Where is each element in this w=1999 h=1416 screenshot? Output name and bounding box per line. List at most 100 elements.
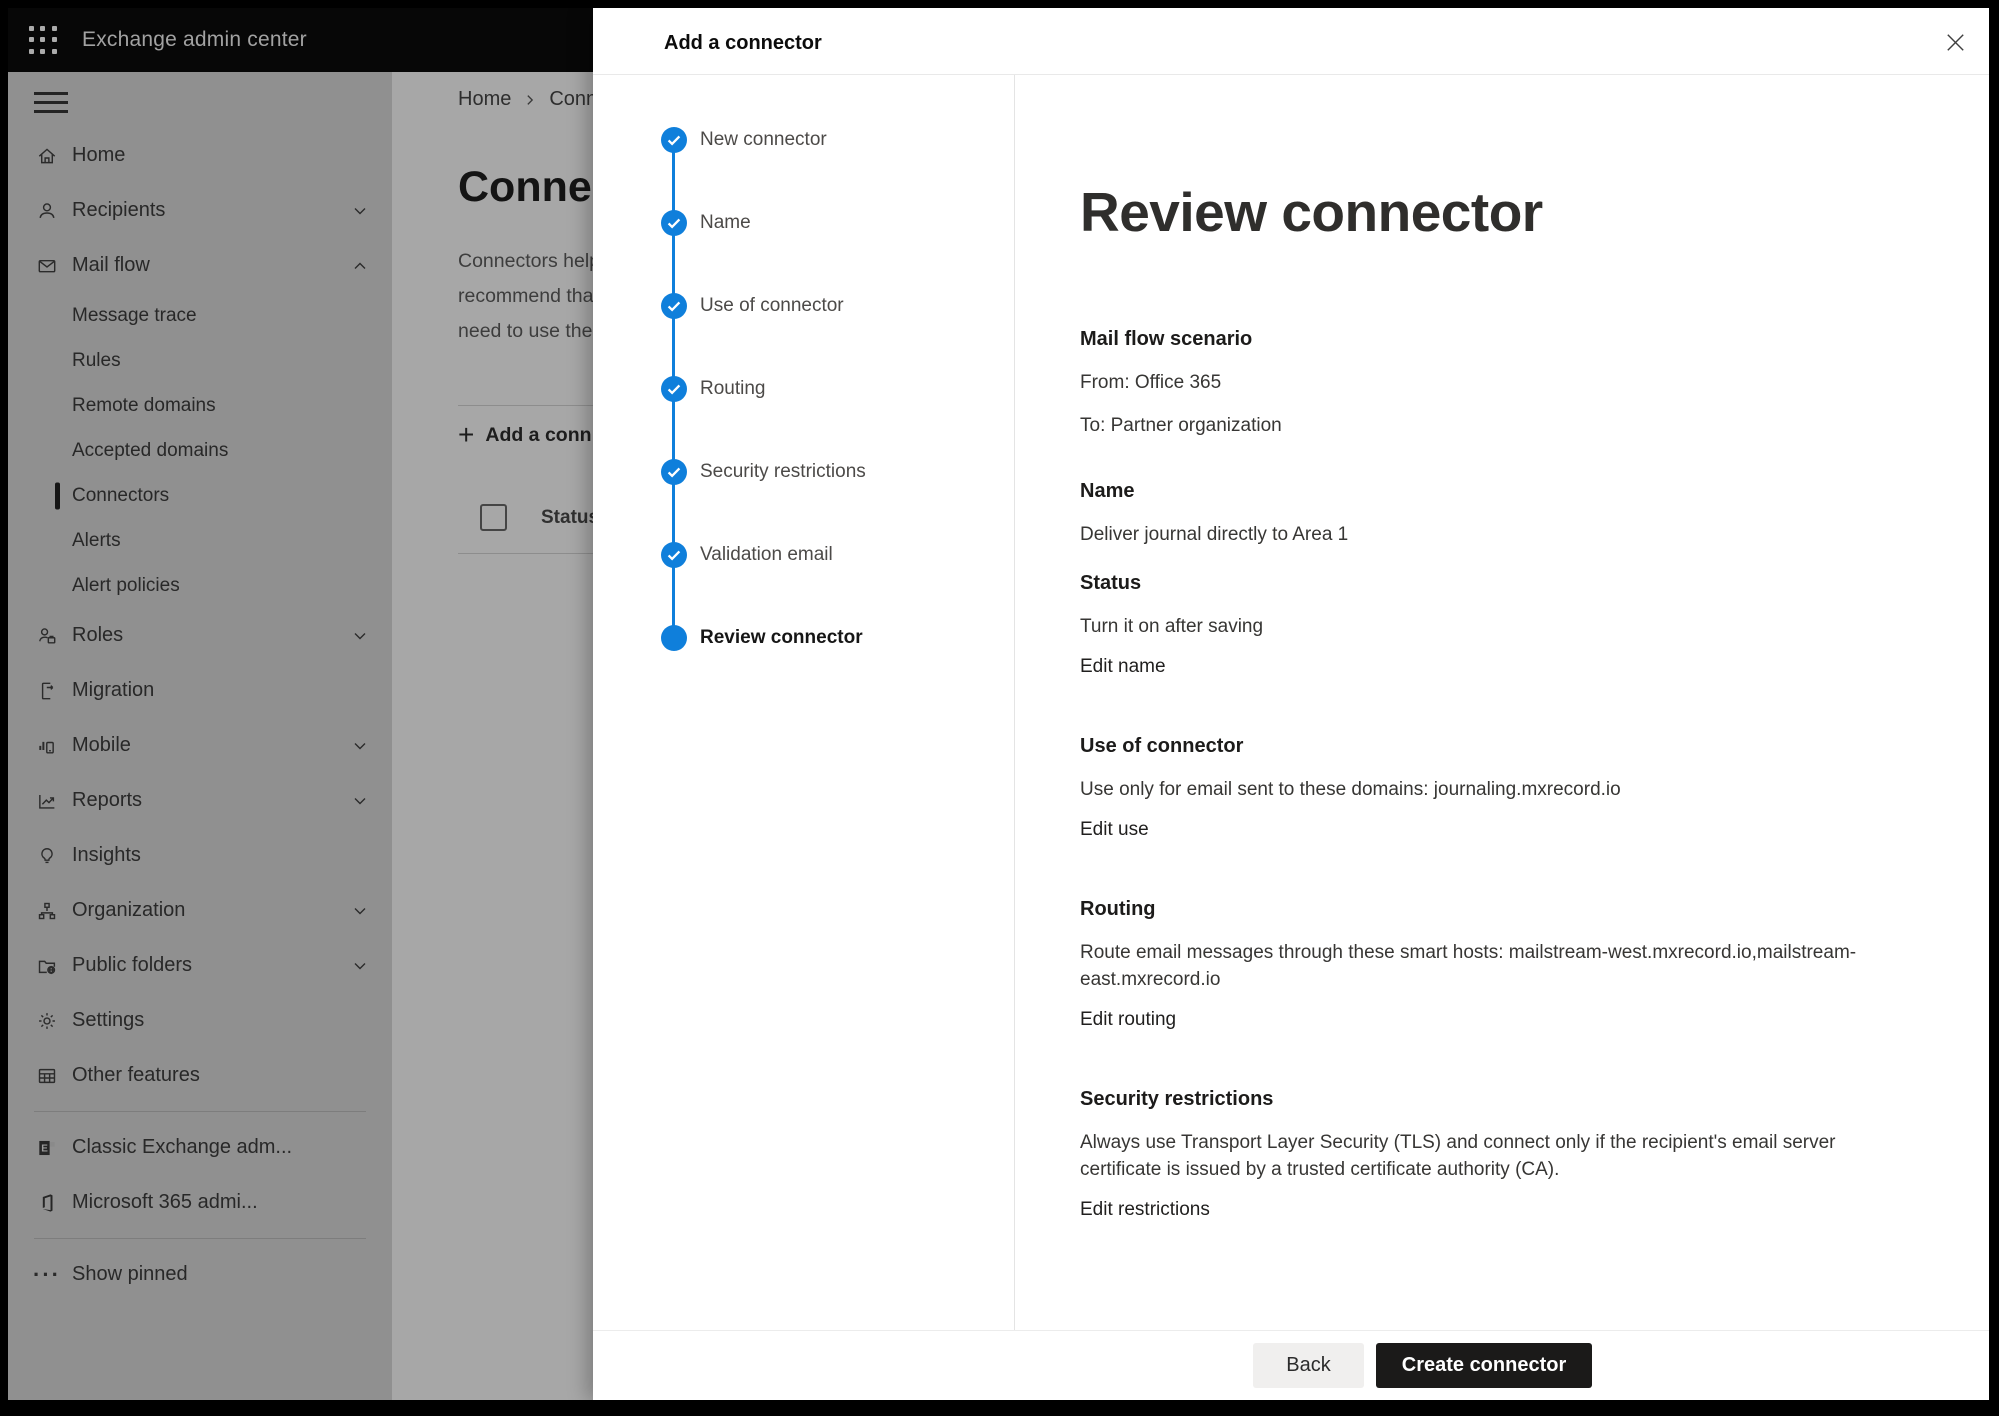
- sidebar-nav: Home Recipients Mail flow Message trace Rule…: [8, 72, 392, 1400]
- sidebar-item-label: Mobile: [72, 734, 131, 757]
- ellipsis-icon: ···: [35, 1263, 59, 1287]
- review-section-value: Use only for email sent to these domains…: [1080, 776, 1910, 803]
- other-features-icon: [35, 1064, 59, 1088]
- wizard-step-new-connector[interactable]: New connector: [593, 127, 1014, 210]
- sidebar-item-label: Recipients: [72, 199, 165, 222]
- check-circle-icon: [661, 376, 687, 402]
- sidebar-item-mobile[interactable]: Mobile: [8, 718, 392, 773]
- sidebar-item-classic-exchange-adm[interactable]: E Classic Exchange adm...: [8, 1120, 392, 1175]
- roles-icon: [35, 624, 59, 648]
- wizard-step-routing[interactable]: Routing: [593, 376, 1014, 459]
- wizard-step-label: Review connector: [700, 627, 863, 649]
- sidebar-item-label: Rules: [72, 350, 121, 372]
- sidebar-item-roles[interactable]: Roles: [8, 608, 392, 663]
- public-folders-icon: [35, 954, 59, 978]
- wizard-step-list: New connector Name Use of connectorRouting…: [593, 127, 1014, 708]
- wizard-step-review-connector[interactable]: Review connector: [593, 625, 1014, 708]
- create-connector-button[interactable]: Create connector: [1376, 1343, 1592, 1388]
- sidebar-item-reports[interactable]: Reports: [8, 773, 392, 828]
- sidebar-item-settings[interactable]: Settings: [8, 993, 392, 1048]
- sidebar-item-message-trace[interactable]: Message trace: [8, 293, 392, 338]
- wizard-step-validation-email[interactable]: Validation email: [593, 542, 1014, 625]
- sidebar-item-label: Organization: [72, 899, 185, 922]
- sidebar-item-label: Classic Exchange adm...: [72, 1136, 292, 1159]
- chevron-down-icon: [352, 203, 368, 219]
- add-connector-panel: Add a connector New connector Name Use of …: [593, 8, 1989, 1400]
- panel-title: Add a connector: [664, 32, 822, 55]
- sidebar-item-label: Home: [72, 144, 125, 167]
- wizard-step-label: Name: [700, 212, 751, 234]
- review-blocks: Mail flow scenarioFrom: Office 365To: Pa…: [1080, 328, 1959, 1237]
- wizard-step-label: New connector: [700, 129, 827, 151]
- review-section-value: To: Partner organization: [1080, 412, 1910, 439]
- review-section-heading: Security restrictions: [1080, 1088, 1959, 1111]
- wizard-step-security-restrictions[interactable]: Security restrictions: [593, 459, 1014, 542]
- sidebar-item-rules[interactable]: Rules: [8, 338, 392, 383]
- sidebar-item-label: Roles: [72, 624, 123, 647]
- reports-icon: [35, 789, 59, 813]
- insights-icon: [35, 844, 59, 868]
- wizard-step-use-of-connector[interactable]: Use of connector: [593, 293, 1014, 376]
- review-section-value: Route email messages through these smart…: [1080, 939, 1910, 993]
- wizard-step-name[interactable]: Name: [593, 210, 1014, 293]
- edit-name-link[interactable]: Edit name: [1080, 656, 1166, 678]
- sidebar-item-connectors[interactable]: Connectors: [8, 473, 392, 518]
- screenshot-frame: Exchange admin center HomeRecipientsMail…: [0, 0, 1999, 1416]
- review-block: Security restrictions Always use Transpor…: [1080, 1088, 1959, 1237]
- panel-footer: Back Create connector: [593, 1330, 1989, 1400]
- edit-use-link[interactable]: Edit use: [1080, 819, 1149, 841]
- svg-text:E: E: [41, 1143, 48, 1154]
- review-block: RoutingRoute email messages through thes…: [1080, 898, 1959, 1047]
- sidebar-item-migration[interactable]: Migration: [8, 663, 392, 718]
- sidebar-item-mail-flow[interactable]: Mail flow: [8, 238, 392, 293]
- sidebar-item-public-folders[interactable]: Public folders: [8, 938, 392, 993]
- sidebar-item-insights[interactable]: Insights: [8, 828, 392, 883]
- wizard-step-label: Routing: [700, 378, 766, 400]
- chevron-up-icon: [352, 258, 368, 274]
- wizard-rail-divider: [1014, 75, 1015, 1330]
- sidebar-item-alerts[interactable]: Alerts: [8, 518, 392, 563]
- review-heading: Review connector: [1080, 180, 1959, 244]
- sidebar-item-accepted-domains[interactable]: Accepted domains: [8, 428, 392, 473]
- close-panel-button[interactable]: [1939, 26, 1971, 58]
- chevron-down-icon: [352, 628, 368, 644]
- review-block: Use of connectorUse only for email sent …: [1080, 735, 1959, 857]
- current-step-circle-icon: [661, 625, 687, 651]
- sidebar-item-recipients[interactable]: Recipients: [8, 183, 392, 238]
- review-section-value: Always use Transport Layer Security (TLS…: [1080, 1129, 1910, 1183]
- back-button[interactable]: Back: [1253, 1343, 1364, 1388]
- sidebar-item-alert-policies[interactable]: Alert policies: [8, 563, 392, 608]
- sidebar-item-label: Alert policies: [72, 575, 180, 597]
- sidebar-item-remote-domains[interactable]: Remote domains: [8, 383, 392, 428]
- review-section-heading: Name: [1080, 480, 1959, 503]
- select-all-checkbox[interactable]: [480, 504, 507, 531]
- review-block: Mail flow scenarioFrom: Office 365To: Pa…: [1080, 328, 1959, 439]
- sidebar-item-list: Home Recipients Mail flow Message trace Rule…: [8, 128, 392, 1302]
- review-block: NameDeliver journal directly to Area 1St…: [1080, 480, 1959, 694]
- check-circle-icon: [661, 210, 687, 236]
- chevron-down-icon: [352, 958, 368, 974]
- footer-button-group: Back Create connector: [1253, 1343, 1592, 1388]
- sidebar-item-label: Mail flow: [72, 254, 150, 277]
- sidebar-item-label: Other features: [72, 1064, 200, 1087]
- sidebar-item-label: Reports: [72, 789, 142, 812]
- classic-exchange-icon: E: [35, 1136, 59, 1160]
- app-launcher-icon[interactable]: [28, 25, 58, 55]
- person-icon: [35, 199, 59, 223]
- hamburger-menu-icon[interactable]: [34, 88, 68, 116]
- edit-restrictions-link[interactable]: Edit restrictions: [1080, 1199, 1210, 1221]
- edit-routing-link[interactable]: Edit routing: [1080, 1009, 1176, 1031]
- status-column-header: Status: [541, 507, 599, 529]
- chevron-right-icon: [523, 93, 537, 107]
- sidebar-item-organization[interactable]: Organization: [8, 883, 392, 938]
- sidebar-item-microsoft-365-admi[interactable]: Microsoft 365 admi...: [8, 1175, 392, 1230]
- sidebar-item-label: Accepted domains: [72, 440, 228, 462]
- sidebar-item-show-pinned[interactable]: ···Show pinned: [8, 1247, 392, 1302]
- breadcrumb-home[interactable]: Home: [458, 88, 511, 111]
- sidebar-item-home[interactable]: Home: [8, 128, 392, 183]
- review-section-heading: Status: [1080, 572, 1959, 595]
- review-section-value: Turn it on after saving: [1080, 613, 1910, 640]
- sidebar-item-other-features[interactable]: Other features: [8, 1048, 392, 1103]
- sidebar-item-label: Microsoft 365 admi...: [72, 1191, 258, 1214]
- sidebar-item-label: Migration: [72, 679, 154, 702]
